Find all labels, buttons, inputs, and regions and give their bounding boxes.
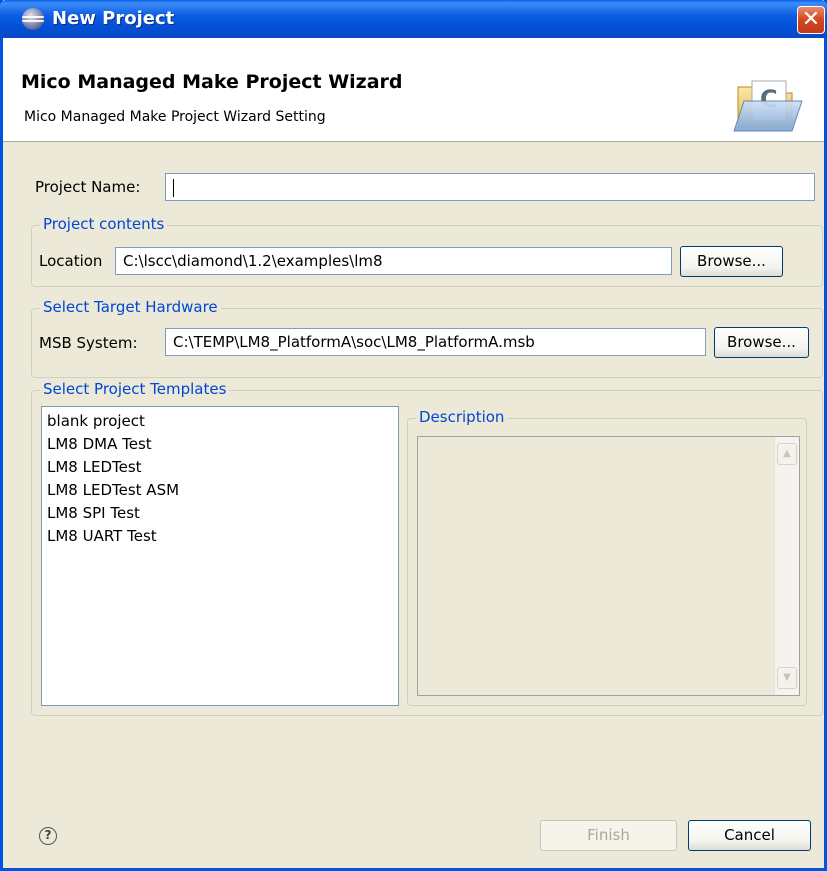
description-legend: Description [416, 408, 508, 426]
project-name-input[interactable] [165, 173, 815, 201]
list-item[interactable]: LM8 LEDTest ASM [42, 479, 398, 502]
msb-system-label: MSB System: [39, 334, 138, 352]
location-browse-button[interactable]: Browse... [680, 246, 783, 277]
list-item[interactable]: LM8 LEDTest [42, 456, 398, 479]
list-item[interactable]: LM8 SPI Test [42, 502, 398, 525]
project-name-label: Project Name: [35, 178, 141, 196]
window-title: New Project [52, 8, 175, 29]
title-bar[interactable]: New Project ✕ [0, 0, 827, 38]
description-scrollbar[interactable]: ▲ ▼ [774, 437, 799, 695]
text-caret [173, 178, 174, 197]
location-input[interactable]: C:\lscc\diamond\1.2\examples\lm8 [115, 247, 672, 275]
folder-c-wizard-icon: C [733, 80, 803, 132]
eclipse-icon [22, 8, 44, 30]
wizard-subtitle: Mico Managed Make Project Wizard Setting [24, 109, 326, 125]
cancel-button[interactable]: Cancel [688, 820, 811, 851]
scroll-up-icon[interactable]: ▲ [777, 443, 797, 465]
wizard-title: Mico Managed Make Project Wizard [21, 71, 403, 93]
location-label: Location [39, 252, 103, 270]
templates-list[interactable]: blank project LM8 DMA Test LM8 LEDTest L… [41, 406, 399, 706]
project-contents-legend: Project contents [40, 215, 168, 233]
msb-system-input[interactable]: C:\TEMP\LM8_PlatformA\soc\LM8_PlatformA.… [165, 328, 706, 356]
scroll-down-icon[interactable]: ▼ [777, 667, 797, 689]
finish-button[interactable]: Finish [540, 820, 677, 851]
list-item[interactable]: blank project [42, 410, 398, 433]
project-templates-legend: Select Project Templates [40, 380, 230, 398]
help-icon[interactable]: ? [39, 827, 57, 845]
target-hardware-legend: Select Target Hardware [40, 298, 221, 316]
new-project-dialog: New Project ✕ Mico Managed Make Project … [0, 0, 827, 871]
wizard-banner: Mico Managed Make Project Wizard Mico Ma… [3, 38, 824, 142]
msb-browse-button[interactable]: Browse... [714, 327, 809, 358]
close-button[interactable]: ✕ [797, 6, 825, 34]
description-text-area[interactable]: ▲ ▼ [417, 436, 800, 696]
list-item[interactable]: LM8 DMA Test [42, 433, 398, 456]
list-item[interactable]: LM8 UART Test [42, 525, 398, 548]
